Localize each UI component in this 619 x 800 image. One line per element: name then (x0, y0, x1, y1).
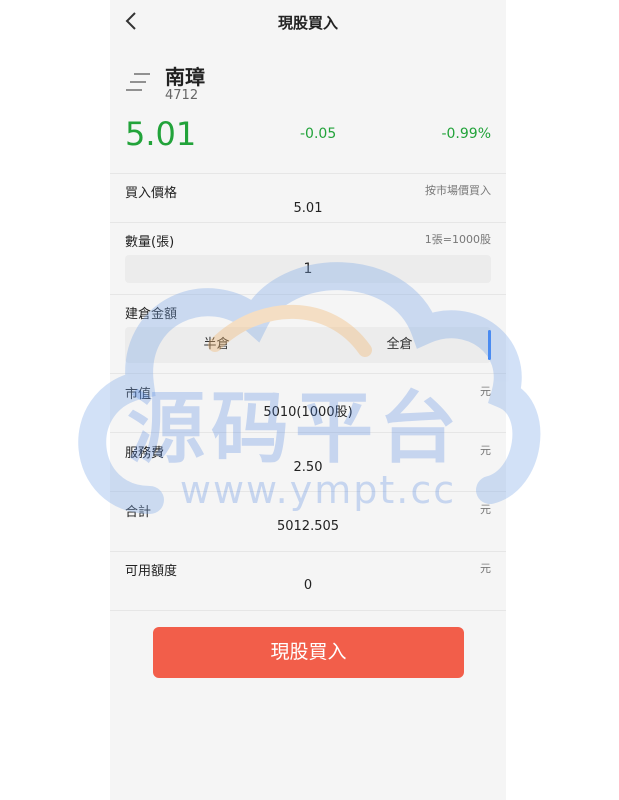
price-change-percent: -0.99% (441, 126, 491, 142)
available-label: 可用額度 (125, 564, 178, 579)
divider (110, 432, 506, 433)
market-value: 5010(1000股) (263, 405, 353, 420)
service-fee-unit: 元 (480, 444, 491, 457)
total-label: 合計 (125, 505, 152, 520)
service-fee-value: 2.50 (293, 460, 323, 475)
divider (110, 491, 506, 492)
divider (110, 222, 506, 223)
selection-indicator (488, 330, 491, 360)
submit-buy-button[interactable]: 現股買入 (153, 627, 464, 678)
quantity-hint: 1張=1000股 (424, 233, 491, 246)
buy-price-value: 5.01 (293, 201, 323, 216)
divider (110, 551, 506, 552)
current-price: 5.01 (125, 115, 197, 153)
divider (110, 373, 506, 374)
price-change: -0.05 (300, 126, 337, 142)
market-value-label: 市值 (125, 387, 152, 402)
header: 現股買入 (110, 0, 506, 44)
position-selector: 半倉 全倉 (125, 327, 491, 363)
stock-code: 4712 (165, 88, 199, 103)
menu-lines-icon (126, 73, 150, 91)
divider (110, 294, 506, 295)
stock-name: 南璋 (165, 65, 205, 89)
market-value-unit: 元 (480, 385, 491, 398)
quantity-input[interactable]: 1 (125, 255, 491, 283)
half-position-option[interactable]: 半倉 (125, 327, 308, 363)
quantity-label: 數量(張) (125, 235, 175, 250)
available-value: 0 (303, 578, 313, 593)
page-title: 現股買入 (277, 14, 338, 32)
service-fee-label: 服務費 (125, 446, 165, 461)
app-screen: 現股買入 南璋 4712 5.01 -0.05 -0.99% 買入價格 按市場價… (110, 0, 506, 800)
available-unit: 元 (480, 562, 491, 575)
full-position-option[interactable]: 全倉 (308, 327, 491, 363)
total-unit: 元 (480, 503, 491, 516)
total-value: 5012.505 (276, 519, 340, 534)
position-label: 建倉金額 (125, 307, 178, 322)
divider (110, 173, 506, 174)
buy-price-label: 買入價格 (125, 186, 178, 201)
divider (110, 610, 506, 611)
buy-price-hint: 按市場價買入 (425, 184, 491, 197)
